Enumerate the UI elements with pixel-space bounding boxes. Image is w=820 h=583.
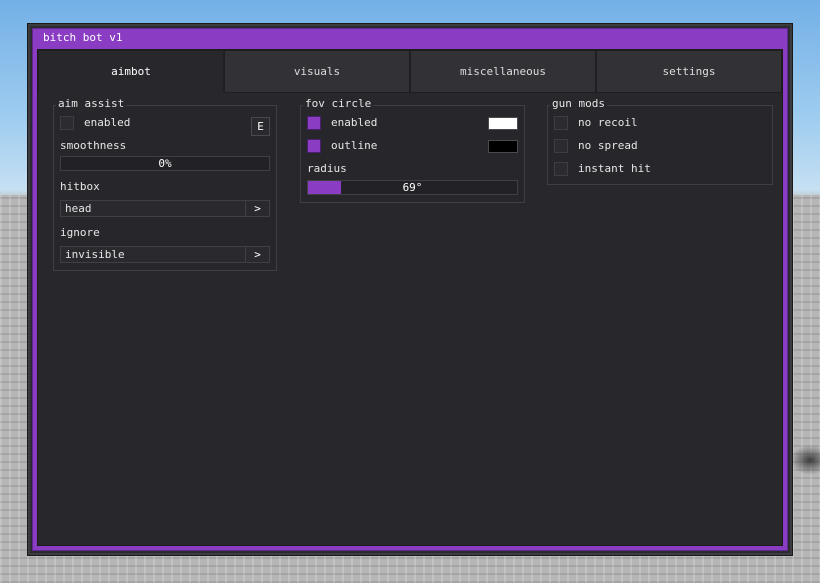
ignore-dropdown-row: invisible >: [60, 246, 270, 264]
ground-shadow: [790, 445, 820, 475]
no-spread-label: no spread: [578, 139, 638, 152]
window-accent-frame: bitch bot v1 aimbot visuals miscellaneou…: [32, 28, 788, 551]
tab-miscellaneous[interactable]: miscellaneous: [410, 50, 596, 93]
ignore-label-row: ignore: [60, 226, 270, 244]
fov-enabled-color-picker[interactable]: [488, 117, 518, 130]
fov-circle-group: fov circle enabled outline radius 69°: [300, 97, 525, 203]
tab-aimbot[interactable]: aimbot: [38, 50, 224, 93]
menu-panel: aimbot visuals miscellaneous settings ai…: [37, 49, 783, 546]
fov-outline-label: outline: [331, 139, 378, 152]
ignore-dropdown-value: invisible: [65, 248, 125, 261]
radius-value: 69°: [402, 181, 423, 194]
aim-assist-enabled-checkbox[interactable]: [60, 116, 74, 130]
window-title[interactable]: bitch bot v1: [33, 29, 787, 48]
gun-mods-title: gun mods: [550, 97, 607, 111]
ignore-label: ignore: [60, 226, 100, 239]
smoothness-value: 0%: [158, 157, 172, 170]
ignore-dropdown[interactable]: invisible >: [60, 246, 270, 263]
smoothness-row: smoothness: [60, 139, 270, 157]
fov-enabled-checkbox[interactable]: [307, 116, 321, 130]
no-spread-checkbox[interactable]: [554, 139, 568, 153]
radius-label-row: radius: [307, 162, 518, 180]
tab-bar: aimbot visuals miscellaneous settings: [38, 50, 782, 93]
instant-hit-row: instant hit: [554, 162, 766, 180]
radius-label: radius: [307, 162, 347, 175]
radius-slider[interactable]: 69°: [307, 180, 518, 195]
instant-hit-checkbox[interactable]: [554, 162, 568, 176]
no-spread-row: no spread: [554, 139, 766, 157]
fov-outline-row: outline: [307, 139, 518, 157]
no-recoil-label: no recoil: [578, 116, 638, 129]
tab-settings[interactable]: settings: [596, 50, 782, 93]
hitbox-label: hitbox: [60, 180, 100, 193]
fov-enabled-row: enabled: [307, 116, 518, 134]
fov-enabled-label: enabled: [331, 116, 378, 129]
fov-circle-title: fov circle: [303, 97, 374, 111]
tab-visuals[interactable]: visuals: [224, 50, 410, 93]
fov-outline-checkbox[interactable]: [307, 139, 321, 153]
radius-slider-row: 69°: [307, 180, 518, 198]
hitbox-dropdown-arrow-icon[interactable]: >: [245, 201, 269, 216]
aim-assist-title: aim assist: [56, 97, 127, 111]
aim-assist-enabled-label: enabled: [84, 116, 131, 129]
hitbox-dropdown[interactable]: head >: [60, 200, 270, 217]
instant-hit-label: instant hit: [578, 162, 651, 175]
smoothness-slider[interactable]: 0%: [60, 156, 270, 171]
aim-assist-enabled-row: enabled E: [60, 116, 270, 136]
no-recoil-checkbox[interactable]: [554, 116, 568, 130]
aim-assist-group: aim assist enabled E smoothness 0% hitbo…: [53, 97, 277, 271]
hitbox-label-row: hitbox: [60, 180, 270, 198]
cheat-menu-window: bitch bot v1 aimbot visuals miscellaneou…: [27, 23, 793, 556]
ignore-dropdown-arrow-icon[interactable]: >: [245, 247, 269, 262]
no-recoil-row: no recoil: [554, 116, 766, 134]
gun-mods-group: gun mods no recoil no spread instant hit: [547, 97, 773, 185]
hitbox-dropdown-value: head: [65, 202, 92, 215]
smoothness-label: smoothness: [60, 139, 127, 152]
fov-outline-color-picker[interactable]: [488, 140, 518, 153]
smoothness-slider-row: 0%: [60, 156, 270, 174]
hitbox-dropdown-row: head >: [60, 200, 270, 218]
aim-assist-keybind-button[interactable]: E: [251, 117, 270, 136]
